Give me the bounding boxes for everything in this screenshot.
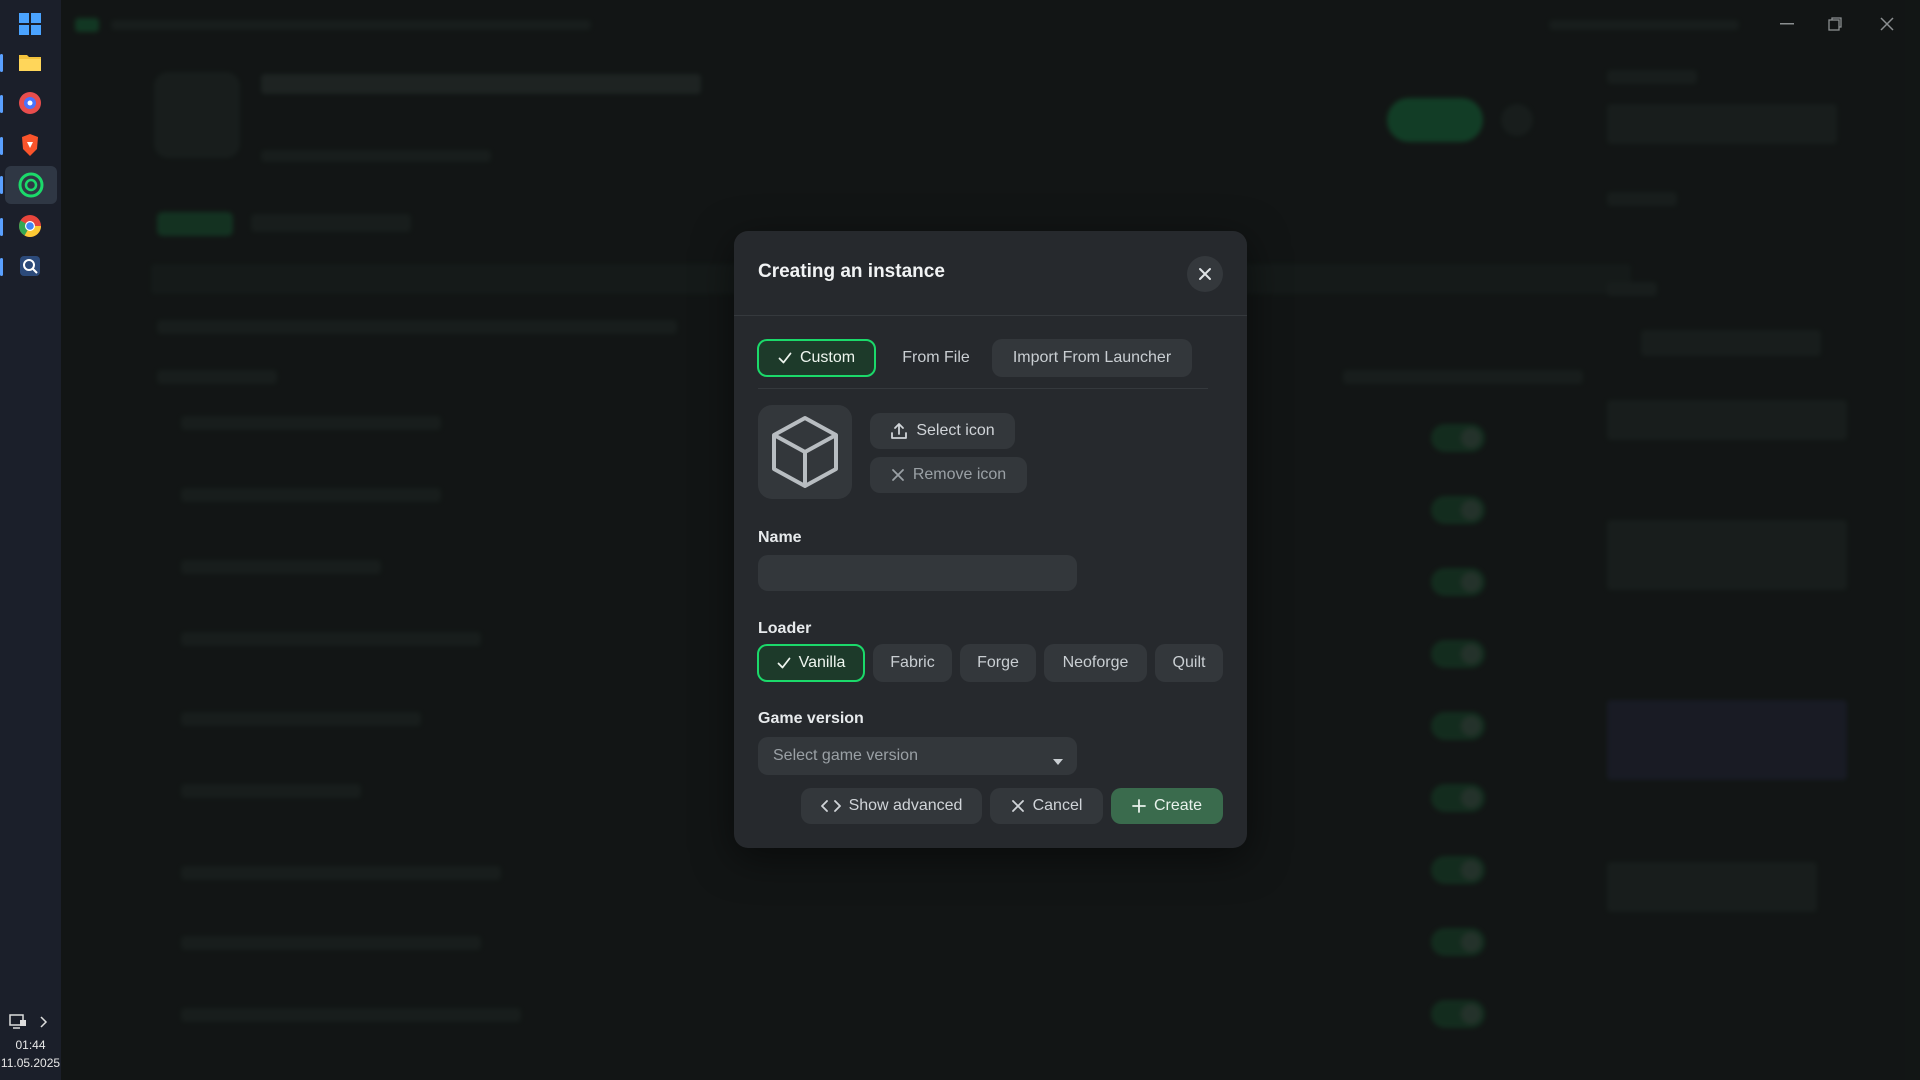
tab-import-label: Import From Launcher: [1012, 349, 1172, 366]
loader-forge-label: Forge: [977, 654, 1019, 671]
show-desktop-icon[interactable]: [6, 1006, 30, 1038]
cancel-button[interactable]: Cancel: [990, 788, 1103, 824]
game-version-select[interactable]: Select game version: [758, 737, 1077, 775]
create-label: Create: [1153, 797, 1203, 814]
windows-taskbar: 01:44 11.05.2025: [0, 0, 61, 1080]
taskbar-date: 11.05.2025: [0, 1056, 61, 1070]
upload-icon: [890, 422, 908, 440]
close-icon: [1199, 268, 1211, 280]
loader-vanilla-label: Vanilla: [798, 654, 846, 671]
code-icon: [820, 799, 841, 813]
name-input[interactable]: [758, 555, 1077, 591]
chevron-right-icon[interactable]: [34, 1006, 54, 1038]
tab-custom-label: Custom: [799, 349, 856, 366]
file-explorer-icon[interactable]: [14, 46, 46, 78]
loader-fabric-label: Fabric: [890, 654, 935, 671]
x-icon: [891, 468, 905, 482]
create-button[interactable]: Create: [1111, 788, 1223, 824]
create-instance-modal: Creating an instance Custom From File Im…: [734, 231, 1247, 848]
loader-forge[interactable]: Forge: [960, 644, 1036, 682]
modal-title: Creating an instance: [758, 261, 945, 282]
check-icon: [777, 657, 791, 669]
windows-start-icon[interactable]: [14, 8, 46, 40]
taskbar-running-marker: [0, 258, 3, 276]
game-version-placeholder: Select game version: [773, 747, 918, 764]
taskbar-running-marker: [0, 54, 3, 72]
name-label: Name: [758, 529, 802, 546]
modal-header: Creating an instance: [734, 231, 1247, 316]
caret-down-icon: [1053, 752, 1063, 770]
discord-like-app-icon[interactable]: [14, 87, 46, 119]
game-version-label: Game version: [758, 710, 864, 727]
loader-neoforge-label: Neoforge: [1062, 654, 1129, 671]
plus-icon: [1132, 799, 1146, 813]
loader-quilt[interactable]: Quilt: [1155, 644, 1223, 682]
cube-icon: [772, 416, 838, 488]
show-advanced-button[interactable]: Show advanced: [801, 788, 982, 824]
taskbar-running-marker: [0, 95, 3, 113]
instance-icon-preview: [758, 405, 852, 499]
brave-browser-icon[interactable]: [14, 129, 46, 161]
tabs-divider: [758, 388, 1208, 389]
loader-neoforge[interactable]: Neoforge: [1044, 644, 1147, 682]
modrinth-app-icon[interactable]: [5, 166, 57, 204]
tab-custom[interactable]: Custom: [757, 339, 876, 377]
search-tool-icon[interactable]: [14, 250, 46, 282]
loader-fabric[interactable]: Fabric: [873, 644, 952, 682]
select-icon-label: Select icon: [916, 422, 995, 439]
cancel-label: Cancel: [1032, 797, 1083, 814]
x-icon: [1011, 799, 1025, 813]
loader-vanilla[interactable]: Vanilla: [757, 644, 865, 682]
taskbar-running-marker: [0, 137, 3, 155]
select-icon-button[interactable]: Select icon: [870, 413, 1015, 449]
close-modal-button[interactable]: [1187, 256, 1223, 292]
chrome-browser-icon[interactable]: [14, 210, 46, 242]
taskbar-running-marker: [0, 218, 3, 236]
remove-icon-button[interactable]: Remove icon: [870, 457, 1027, 493]
loader-quilt-label: Quilt: [1172, 654, 1206, 671]
loader-label: Loader: [758, 620, 812, 637]
taskbar-time: 01:44: [15, 1038, 46, 1052]
remove-icon-label: Remove icon: [912, 466, 1007, 483]
tab-import-from-launcher[interactable]: Import From Launcher: [992, 339, 1192, 377]
taskbar-running-marker: [0, 176, 3, 194]
tab-from-file[interactable]: From File: [884, 339, 988, 377]
tab-from-file-label: From File: [902, 349, 970, 366]
show-advanced-label: Show advanced: [848, 797, 963, 814]
check-icon: [778, 352, 792, 364]
